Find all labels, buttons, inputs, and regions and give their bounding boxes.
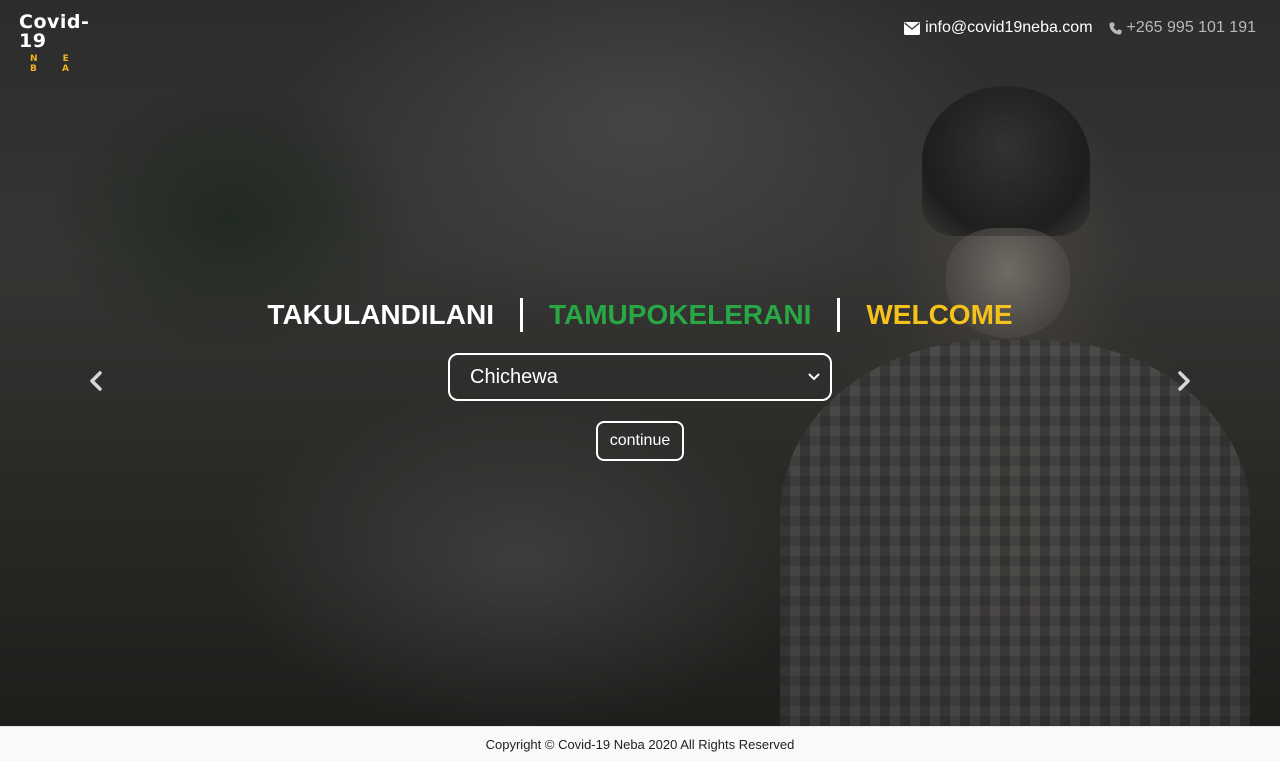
phone-link[interactable]: +265 995 101 191 — [1109, 19, 1256, 37]
site-logo[interactable]: Covid-19 N E B A — [19, 11, 111, 75]
welcome-word-tumbuka: TAMUPOKELERANI — [548, 299, 812, 330]
continue-button[interactable]: continue — [596, 421, 684, 461]
headline-divider — [837, 298, 841, 332]
chevron-down-icon — [808, 373, 820, 381]
language-select-value: Chichewa — [470, 365, 558, 388]
language-select[interactable]: Chichewa — [448, 353, 832, 401]
email-text: info@covid19neba.com — [925, 19, 1093, 36]
welcome-headline: TAKULANDILANI TAMUPOKELERANI WELCOME — [0, 296, 1280, 334]
email-link[interactable]: info@covid19neba.com — [904, 19, 1093, 37]
footer: Copyright © Covid-19 Neba 2020 All Right… — [0, 726, 1280, 761]
envelope-icon — [904, 21, 921, 35]
logo-tagline: N E B A — [30, 54, 80, 74]
contact-info: info@covid19neba.com +265 995 101 191 — [904, 19, 1256, 37]
top-bar: Covid-19 N E B A info@covid19neba.com +2… — [0, 0, 1280, 75]
logo-title: Covid-19 — [19, 11, 90, 52]
chevron-left-icon — [90, 371, 102, 391]
carousel-prev-button[interactable] — [81, 366, 111, 396]
phone-text: +265 995 101 191 — [1126, 19, 1256, 36]
chevron-right-icon — [1178, 371, 1190, 391]
welcome-word-chichewa: TAKULANDILANI — [267, 299, 494, 330]
carousel-next-button[interactable] — [1169, 366, 1199, 396]
phone-icon — [1109, 22, 1122, 34]
welcome-word-english: WELCOME — [866, 299, 1013, 330]
headline-divider — [519, 298, 523, 332]
copyright-text: Copyright © Covid-19 Neba 2020 All Right… — [485, 736, 795, 752]
